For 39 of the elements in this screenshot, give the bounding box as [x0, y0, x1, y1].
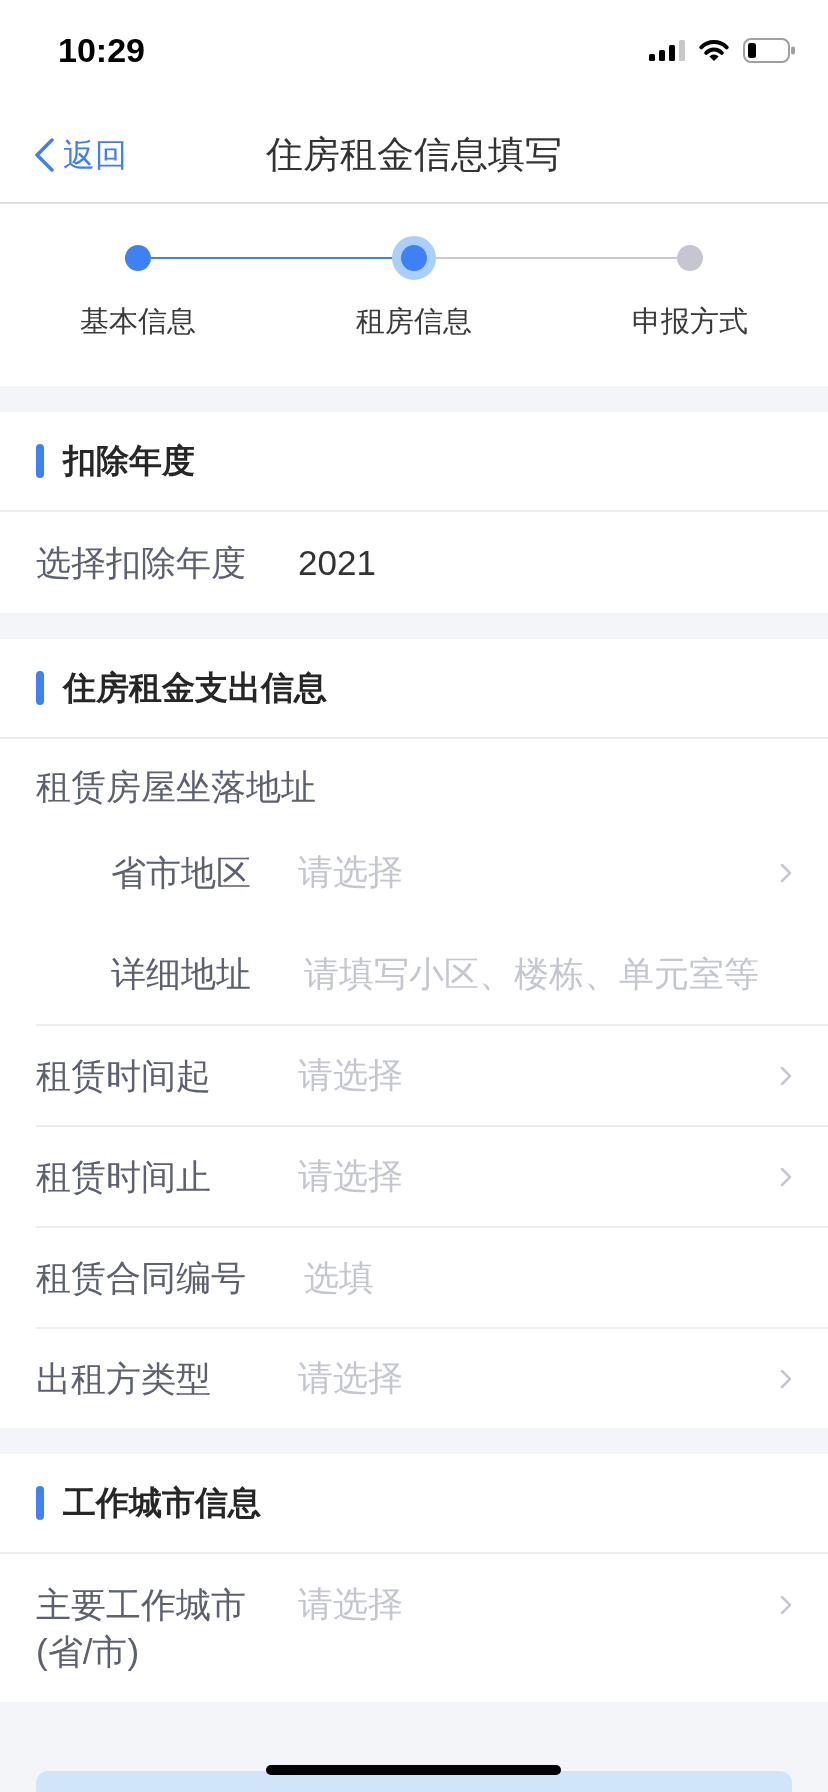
signal-icon — [649, 39, 685, 61]
section-marker-icon — [36, 1486, 44, 1520]
picker-field[interactable]: 请选择 — [298, 1153, 792, 1200]
field-label: 租赁房屋坐落地址 — [36, 767, 316, 806]
section-marker-icon — [36, 444, 44, 478]
field-label: 出租方类型 — [36, 1358, 211, 1400]
chevron-right-icon — [780, 1166, 792, 1187]
field-label: 省市地区 — [111, 852, 251, 894]
step-label: 申报方式 — [632, 304, 748, 339]
page-title: 住房租金信息填写 — [266, 133, 562, 177]
chevron-right-icon — [780, 1594, 792, 1615]
step-label: 基本信息 — [80, 304, 196, 339]
text-field[interactable]: 请填写小区、楼栋、单元室等 — [298, 950, 792, 997]
field-label: 选择扣除年度 — [36, 542, 246, 584]
chevron-right-icon — [780, 1065, 792, 1086]
step-label: 租房信息 — [356, 304, 472, 339]
status-time: 10:29 — [58, 30, 145, 70]
field-label: 详细地址 — [111, 953, 251, 995]
bottom-button[interactable] — [36, 1771, 792, 1792]
field-label: 租赁时间起 — [36, 1055, 211, 1097]
text-field[interactable]: 选填 — [298, 1254, 792, 1301]
picker-field[interactable]: 请选择 — [298, 849, 792, 896]
picker-field[interactable]: 请选择 — [298, 1052, 792, 1099]
chevron-right-icon — [780, 1368, 792, 1389]
section-title: 工作城市信息 — [63, 1483, 261, 1523]
chevron-right-icon — [780, 862, 792, 883]
section-marker-icon — [36, 671, 44, 705]
field-label: 租赁时间止 — [36, 1156, 211, 1198]
picker-field[interactable]: 请选择 — [298, 1355, 792, 1402]
picker-field[interactable]: 请选择 — [298, 1581, 792, 1628]
chevron-left-icon — [34, 138, 54, 172]
battery-icon — [743, 37, 795, 63]
section-title: 扣除年度 — [63, 441, 195, 481]
section-title: 住房租金支出信息 — [63, 668, 327, 708]
back-button[interactable]: 返回 — [34, 135, 127, 175]
field-label: 租赁合同编号 — [36, 1257, 246, 1299]
field-value: 2021 — [298, 542, 376, 584]
field-label: 主要工作城市(省/市) — [36, 1584, 247, 1673]
wifi-icon — [697, 38, 731, 62]
